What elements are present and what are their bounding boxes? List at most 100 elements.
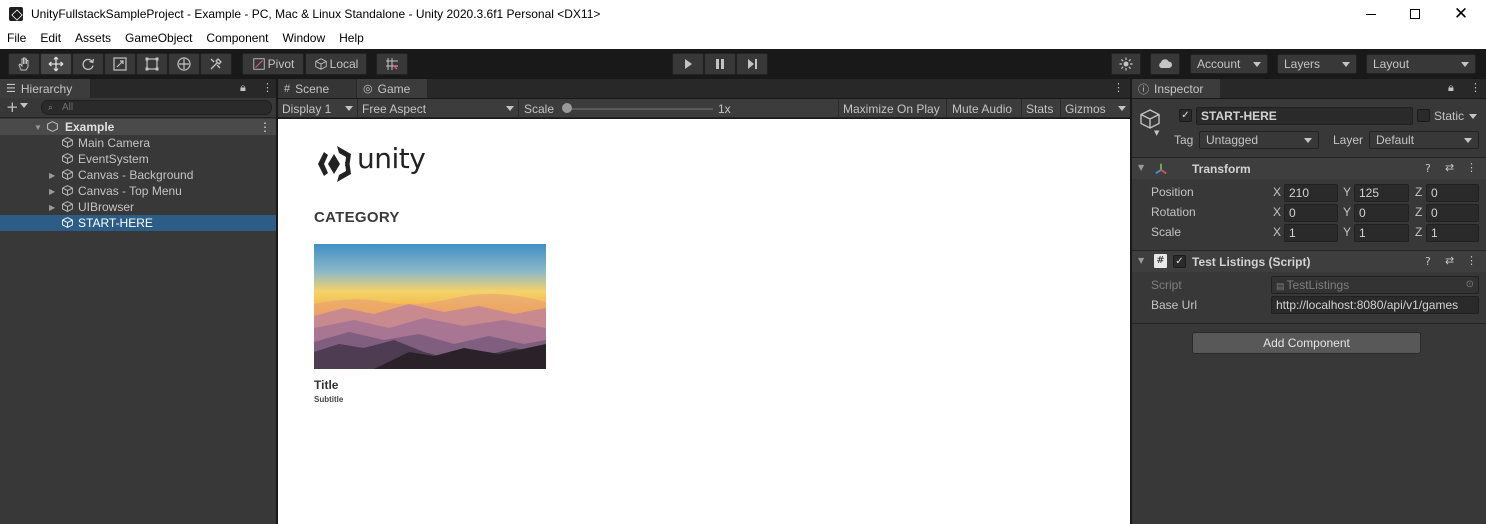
local-toggle[interactable]: Local bbox=[305, 53, 367, 75]
scale-y-field[interactable]: 1 bbox=[1354, 224, 1409, 242]
preset-icon[interactable]: ⇄ bbox=[1445, 161, 1454, 174]
tab-scene[interactable]: # Scene bbox=[278, 79, 356, 98]
cloud-icon bbox=[1159, 59, 1173, 68]
icon-dropdown-caret[interactable]: ▼ bbox=[1154, 129, 1159, 137]
tab-game[interactable]: ◎ Game bbox=[357, 79, 427, 98]
scale-z-field[interactable]: 1 bbox=[1426, 224, 1479, 242]
step-button[interactable] bbox=[736, 53, 768, 75]
menu-window[interactable]: Window bbox=[275, 28, 332, 49]
pivot-toggle[interactable]: Pivot bbox=[242, 53, 304, 75]
scale-slider-thumb[interactable] bbox=[562, 103, 572, 113]
hierarchy-search-input[interactable]: ⌕ All bbox=[41, 100, 272, 115]
gizmos-dropdown[interactable]: Gizmos bbox=[1061, 99, 1130, 118]
tab-inspector[interactable]: ⓘ Inspector bbox=[1132, 79, 1220, 98]
menu-assets[interactable]: Assets bbox=[68, 28, 118, 49]
services-button[interactable] bbox=[1111, 53, 1141, 75]
transform-header[interactable]: ▼ Transform ? ⇄ ⋮ bbox=[1132, 157, 1486, 179]
game-view[interactable]: unity CATEGORY Title Subtitle bbox=[278, 119, 1130, 524]
create-plus-icon[interactable]: + bbox=[6, 98, 19, 116]
account-dropdown[interactable]: Account bbox=[1190, 54, 1268, 74]
component-enabled-checkbox[interactable]: ✓ bbox=[1173, 255, 1186, 268]
rotate-tool-button[interactable] bbox=[72, 53, 104, 75]
menu-file[interactable]: File bbox=[0, 28, 33, 49]
pause-button[interactable] bbox=[704, 53, 736, 75]
move-tool-button[interactable] bbox=[40, 53, 72, 75]
hand-tool-button[interactable] bbox=[8, 53, 40, 75]
layer-label: Layer bbox=[1333, 133, 1364, 147]
base-url-field[interactable]: http://localhost:8080/api/v1/games bbox=[1271, 296, 1479, 314]
position-z-field[interactable]: 0 bbox=[1426, 184, 1479, 202]
layer-dropdown[interactable]: Default bbox=[1369, 131, 1479, 149]
maximize-on-play-toggle[interactable]: Maximize On Play bbox=[838, 99, 947, 118]
help-icon[interactable]: ? bbox=[1425, 255, 1431, 268]
panel-menu-icon[interactable]: ⋮ bbox=[1470, 81, 1481, 94]
hierarchy-item[interactable]: Main Camera bbox=[0, 135, 276, 151]
grid-snap-button[interactable] bbox=[376, 53, 408, 75]
hierarchy-item-selected[interactable]: START-HERE bbox=[0, 215, 276, 231]
minimize-button[interactable] bbox=[1348, 0, 1394, 28]
layout-dropdown[interactable]: Layout bbox=[1366, 54, 1476, 74]
rotation-x-field[interactable]: 0 bbox=[1284, 204, 1338, 222]
panel-menu-icon[interactable]: ⋮ bbox=[1113, 81, 1124, 94]
hierarchy-item[interactable]: ▶ UIBrowser bbox=[0, 199, 276, 215]
menu-help[interactable]: Help bbox=[332, 28, 371, 49]
rotation-z-field[interactable]: 0 bbox=[1426, 204, 1479, 222]
fold-open-icon[interactable]: ▼ bbox=[34, 123, 42, 132]
chevron-down-icon[interactable] bbox=[20, 103, 28, 108]
fold-closed-icon[interactable]: ▶ bbox=[49, 187, 57, 196]
services-icon bbox=[1119, 57, 1133, 71]
listing-thumbnail[interactable] bbox=[314, 244, 546, 369]
menu-edit[interactable]: Edit bbox=[33, 28, 68, 49]
hierarchy-item[interactable]: EventSystem bbox=[0, 151, 276, 167]
static-checkbox[interactable] bbox=[1417, 109, 1430, 122]
preset-icon[interactable]: ⇄ bbox=[1445, 254, 1454, 267]
mute-audio-toggle[interactable]: Mute Audio bbox=[948, 99, 1022, 118]
rotation-y-field[interactable]: 0 bbox=[1354, 204, 1409, 222]
aspect-dropdown[interactable]: Free Aspect bbox=[358, 99, 519, 118]
close-button[interactable]: ✕ bbox=[1438, 0, 1484, 28]
chevron-down-icon[interactable] bbox=[1469, 114, 1477, 119]
scene-menu-icon[interactable]: ⋮ bbox=[259, 120, 271, 134]
scale-tool-button[interactable] bbox=[104, 53, 136, 75]
scene-row[interactable]: ▼ Example ⋮ bbox=[0, 119, 276, 135]
scale-slider-track[interactable] bbox=[565, 108, 713, 110]
script-value: TestListings bbox=[1286, 278, 1350, 292]
fold-closed-icon[interactable]: ▶ bbox=[49, 171, 57, 180]
position-y-field[interactable]: 125 bbox=[1354, 184, 1409, 202]
play-button[interactable] bbox=[672, 53, 704, 75]
move-icon bbox=[48, 56, 64, 72]
maximize-label: Maximize On Play bbox=[843, 101, 940, 116]
tab-hierarchy[interactable]: ☰ Hierarchy bbox=[0, 79, 90, 98]
object-name-field[interactable]: START-HERE bbox=[1196, 107, 1413, 125]
menu-gameobject[interactable]: GameObject bbox=[118, 28, 199, 49]
maximize-button[interactable] bbox=[1392, 0, 1438, 28]
axis-y-label: Y bbox=[1343, 225, 1352, 239]
lock-icon[interactable]: 🔒︎ bbox=[240, 81, 246, 95]
scale-x-field[interactable]: 1 bbox=[1284, 224, 1338, 242]
component-menu-icon[interactable]: ⋮ bbox=[1466, 254, 1477, 267]
fold-closed-icon[interactable]: ▶ bbox=[49, 203, 57, 212]
fold-open-icon[interactable]: ▼ bbox=[1138, 163, 1144, 172]
display-dropdown[interactable]: Display 1 bbox=[278, 99, 358, 118]
script-component-header[interactable]: ▼ # ✓ Test Listings (Script) ? ⇄ ⋮ bbox=[1132, 250, 1486, 272]
collab-button[interactable] bbox=[1150, 53, 1180, 75]
menu-component[interactable]: Component bbox=[199, 28, 275, 49]
transform-tool-button[interactable] bbox=[168, 53, 200, 75]
help-icon[interactable]: ? bbox=[1425, 162, 1431, 175]
fold-open-icon[interactable]: ▼ bbox=[1138, 256, 1144, 265]
rect-tool-button[interactable] bbox=[136, 53, 168, 75]
panel-menu-icon[interactable]: ⋮ bbox=[262, 81, 273, 94]
hierarchy-item[interactable]: ▶ Canvas - Top Menu bbox=[0, 183, 276, 199]
scene-label: Example bbox=[65, 120, 115, 134]
custom-tool-button[interactable] bbox=[200, 53, 232, 75]
active-checkbox[interactable]: ✓ bbox=[1179, 109, 1192, 122]
tag-dropdown[interactable]: Untagged bbox=[1199, 131, 1319, 149]
add-component-button[interactable]: Add Component bbox=[1192, 332, 1421, 354]
stats-toggle[interactable]: Stats bbox=[1022, 99, 1061, 118]
component-menu-icon[interactable]: ⋮ bbox=[1466, 161, 1477, 174]
hierarchy-item[interactable]: ▶ Canvas - Background bbox=[0, 167, 276, 183]
layers-dropdown[interactable]: Layers bbox=[1277, 54, 1357, 74]
rect-tool-icon bbox=[145, 57, 159, 71]
position-x-field[interactable]: 210 bbox=[1284, 184, 1338, 202]
lock-icon[interactable]: 🔒︎ bbox=[1448, 81, 1454, 95]
